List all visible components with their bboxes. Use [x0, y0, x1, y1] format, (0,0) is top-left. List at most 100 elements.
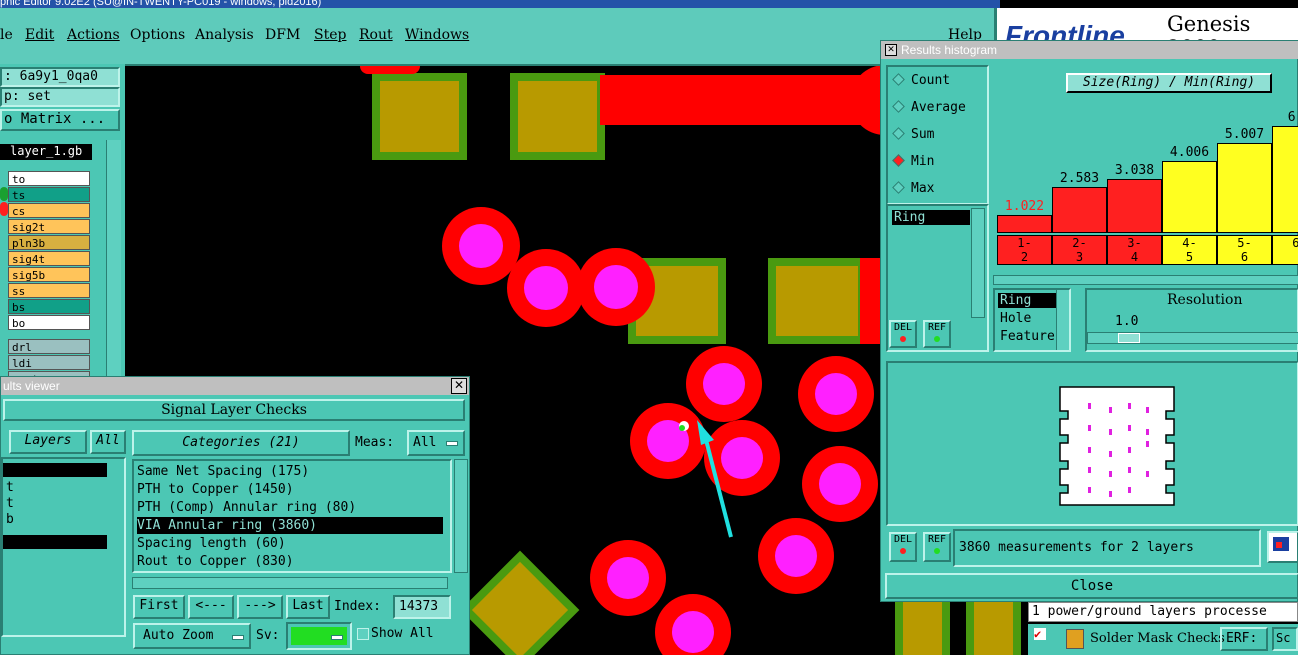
category-item[interactable]: PTH to Copper (1450) [137, 481, 294, 498]
layers-all-button[interactable]: All [90, 430, 126, 454]
checklist-row[interactable]: ✔ Solder Mask Checks ERF: Sc [1028, 624, 1298, 655]
category-item[interactable]: Spacing length (60) [137, 535, 286, 552]
results-viewer-window: ults viewer ✕ Signal Layer Checks Layers… [0, 376, 470, 655]
menu-file[interactable]: le [0, 27, 13, 43]
option-min[interactable]: Min [892, 154, 934, 169]
option-max[interactable]: Max [892, 181, 934, 196]
layer-item-6[interactable]: sig5b [8, 267, 90, 282]
menu-windows[interactable]: Windows [405, 27, 469, 43]
resolution-slider[interactable] [1087, 332, 1298, 344]
menu-dfm[interactable]: DFM [265, 27, 300, 43]
show-all-checkbox[interactable] [357, 628, 369, 640]
category-item[interactable]: VIA Annular ring (3860) [137, 517, 443, 534]
layer-item-11[interactable]: ldi [8, 355, 90, 370]
category-cell[interactable]: 4-5 [1162, 235, 1217, 265]
menu-actions[interactable]: Actions [67, 27, 120, 43]
layer-item-0[interactable]: to [8, 171, 90, 186]
histogram-bar[interactable] [1107, 179, 1162, 233]
close-icon[interactable]: ✕ [451, 378, 467, 394]
board-preview[interactable] [886, 361, 1298, 526]
layer-item-4[interactable]: pln3b [8, 235, 90, 250]
option-average[interactable]: Average [892, 100, 966, 115]
preview-del-button[interactable]: DEL [889, 532, 917, 562]
next-button[interactable]: ---> [237, 595, 283, 619]
list-item[interactable] [3, 463, 107, 477]
histogram-bar[interactable] [1217, 143, 1272, 233]
red-dot-icon [900, 548, 906, 554]
list-item[interactable]: t [6, 495, 14, 512]
prev-button[interactable]: <--- [188, 595, 234, 619]
measure-scrollbar[interactable] [971, 208, 985, 318]
layer-item-7[interactable]: ss [8, 283, 90, 298]
layer-item-10[interactable]: drl [8, 339, 90, 354]
list-item[interactable]: Ring [998, 293, 1062, 308]
job-field-text: : 6a9y1_0qa0 [4, 69, 98, 84]
option-sum[interactable]: Sum [892, 127, 934, 142]
bar-value-label: 3.038 [1114, 163, 1155, 178]
job-field[interactable]: : 6a9y1_0qa0 [0, 67, 120, 87]
matrix-button[interactable]: o Matrix ... [0, 109, 120, 131]
option-count[interactable]: Count [892, 73, 950, 88]
step-field[interactable]: p: set [0, 87, 120, 107]
layer-item-3[interactable]: sig2t [8, 219, 90, 234]
slider-thumb[interactable] [1118, 333, 1140, 343]
layer-item-1[interactable]: ts [8, 187, 90, 202]
histogram-bar[interactable] [1162, 161, 1217, 233]
layer-results-list[interactable]: t t b [1, 457, 126, 637]
del-button[interactable]: DEL [889, 320, 917, 348]
histogram-bar[interactable] [1052, 187, 1107, 233]
categories-list[interactable]: Same Net Spacing (175) PTH to Copper (145… [132, 459, 452, 573]
menu-step[interactable]: Step [314, 27, 346, 43]
categories-hscrollbar[interactable] [132, 577, 448, 589]
first-button[interactable]: First [133, 595, 185, 619]
menu-rout[interactable]: Rout [359, 27, 393, 43]
layer-item-8[interactable]: bs [8, 299, 90, 314]
category-item[interactable]: Same Net Spacing (175) [137, 463, 309, 480]
layer-item-9[interactable]: bo [8, 315, 90, 330]
layer-item-5[interactable]: sig4t [8, 251, 90, 266]
last-button[interactable]: Last [286, 595, 330, 619]
category-cell[interactable]: 2-3 [1052, 235, 1107, 265]
category-item[interactable]: Rout to Copper (830) [137, 553, 294, 570]
ref-button[interactable]: REF [923, 320, 951, 348]
layers-button[interactable]: Layers [9, 430, 87, 454]
list-item[interactable] [3, 535, 107, 549]
list-item[interactable]: Hole [1000, 311, 1031, 326]
resolution-list[interactable]: Ring Hole Feature [993, 288, 1071, 352]
auto-zoom-dropdown[interactable]: Auto Zoom [133, 623, 251, 649]
histogram-bar[interactable] [1272, 126, 1298, 233]
category-cell[interactable]: 3-4 [1107, 235, 1162, 265]
ref-label: REF [927, 534, 947, 545]
layer-combo[interactable]: layer_1.gb [0, 144, 92, 160]
histogram-titlebar[interactable]: ✕ Results histogram [881, 41, 1298, 59]
menu-options[interactable]: Options [130, 27, 185, 43]
index-label: Index: [334, 599, 381, 614]
categories-scrollbar[interactable] [454, 459, 468, 573]
resolution-scrollbar[interactable] [1056, 290, 1069, 350]
categories-button[interactable]: Categories (21) [132, 430, 350, 456]
index-input[interactable]: 14373 [393, 595, 451, 619]
category-cell[interactable]: 5-6 [1217, 235, 1272, 265]
close-button[interactable]: Close [885, 573, 1298, 599]
chart-hscrollbar[interactable] [993, 275, 1298, 285]
matrix-button-label: o Matrix ... [4, 111, 106, 127]
list-item[interactable]: Feature [1000, 329, 1055, 344]
erf-button[interactable]: ERF: [1220, 627, 1268, 651]
sv-color-dropdown[interactable] [286, 622, 352, 650]
menu-analysis[interactable]: Analysis [195, 27, 254, 43]
results-viewer-titlebar[interactable]: ults viewer ✕ [1, 377, 469, 395]
category-cell[interactable]: 6- [1272, 235, 1298, 265]
layer-item-2[interactable]: cs [8, 203, 90, 218]
list-item[interactable]: Ring [892, 210, 970, 225]
erf-field[interactable]: Sc [1272, 627, 1298, 651]
menu-edit[interactable]: Edit [25, 27, 54, 43]
category-item[interactable]: PTH (Comp) Annular ring (80) [137, 499, 356, 516]
list-item[interactable]: t [6, 479, 14, 496]
category-cell[interactable]: 1-2 [997, 235, 1052, 265]
histogram-bar[interactable] [997, 215, 1052, 233]
chart-export-icon[interactable] [1267, 531, 1298, 563]
preview-ref-button[interactable]: REF [923, 532, 951, 562]
list-item[interactable]: b [6, 511, 14, 528]
meas-dropdown[interactable]: All [407, 430, 465, 456]
histogram-title: Results histogram [901, 43, 998, 57]
